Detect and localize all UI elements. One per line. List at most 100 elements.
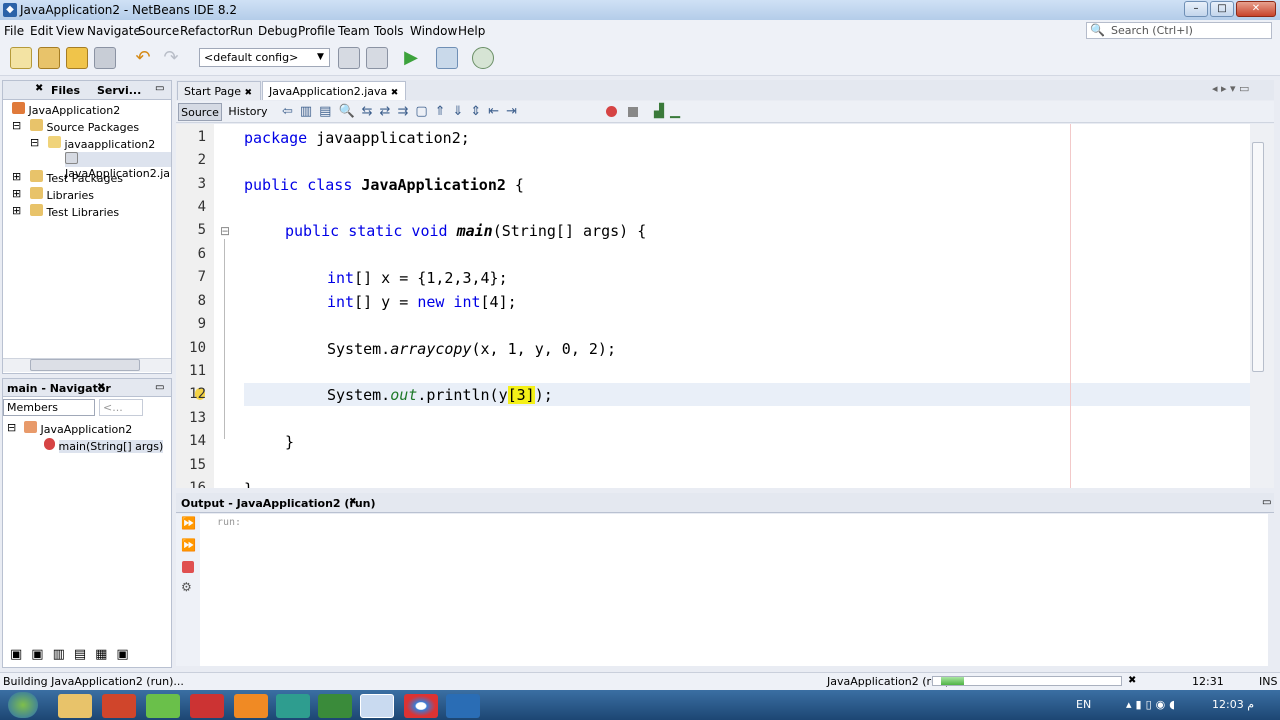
config-select[interactable]: <default config> [199, 48, 330, 67]
vscode-icon[interactable] [446, 694, 480, 718]
filter-select[interactable]: <... [99, 399, 143, 416]
task-name[interactable]: JavaApplication2 (run) [827, 675, 949, 688]
close-icon[interactable]: ✖ [1128, 675, 1136, 686]
close-button[interactable]: ✕ [1236, 1, 1276, 17]
line-number: 12 [189, 386, 206, 402]
tab-scroll-arrows[interactable]: ◂ ▸ ▾ ▭ [1212, 82, 1249, 95]
tree-label: Source Packages [46, 121, 140, 134]
close-icon[interactable]: ✖ [245, 88, 253, 98]
menu-window[interactable]: Window [410, 24, 457, 38]
arduino-icon[interactable] [276, 694, 310, 718]
tree-expander[interactable]: ⊞ [12, 204, 21, 217]
nav-item-class[interactable]: JavaApplication2 [24, 421, 132, 436]
start-button[interactable] [8, 692, 38, 718]
menu-edit[interactable]: Edit [30, 24, 53, 38]
tab-files[interactable]: Files [51, 84, 80, 97]
undo-icon[interactable]: ↶ [132, 47, 154, 69]
progress-fill [941, 677, 965, 685]
tab-services[interactable]: Servi... [97, 84, 141, 97]
save-all-icon[interactable] [94, 47, 116, 69]
tree-item-test-libraries[interactable]: Test Libraries [30, 204, 119, 219]
code-line: int[] x = {1,2,3,4}; [327, 269, 508, 287]
settings-icon[interactable]: ⚙ [181, 580, 192, 594]
code-line: System.arraycopy(x, 1, y, 0, 2); [327, 340, 616, 358]
pdf-icon[interactable] [190, 694, 224, 718]
code-editor[interactable]: ⊟ 1 2 3 4 5 6 7 8 9 10 11 12 13 14 15 16… [176, 124, 1274, 488]
menu-tools[interactable]: Tools [374, 24, 404, 38]
menu-debug[interactable]: Debug [258, 24, 297, 38]
tray-icons[interactable]: ▴▮▯◉◖ [1126, 698, 1179, 711]
minimize-pane-icon[interactable]: ▭ [1262, 497, 1271, 508]
profile-icon[interactable] [472, 47, 494, 69]
rerun-icon[interactable]: ⏩ [181, 516, 196, 530]
tree-expander[interactable]: ⊞ [12, 187, 21, 200]
tab-java-file[interactable]: JavaApplication2.java ✖ [262, 81, 406, 100]
tree-item-source-packages[interactable]: Source Packages [30, 119, 139, 134]
language-indicator[interactable]: EN [1076, 698, 1091, 711]
menu-profile[interactable]: Profile [298, 24, 335, 38]
fold-guide [224, 239, 225, 439]
menu-file[interactable]: File [4, 24, 24, 38]
tree-item-package[interactable]: javaapplication2 [48, 136, 155, 151]
history-view-button[interactable]: History [226, 103, 270, 121]
menu-run[interactable]: Run [230, 24, 253, 38]
close-icon[interactable]: ✖ [391, 88, 399, 98]
app-icon[interactable] [318, 694, 352, 718]
menu-refactor[interactable]: Refactor [180, 24, 230, 38]
close-icon[interactable]: ✖ [349, 497, 357, 507]
maximize-button[interactable]: □ [1210, 1, 1234, 17]
menu-team[interactable]: Team [338, 24, 370, 38]
editor-action-icons[interactable]: ⇦▥▤🔍⇆⇄⇉▢⇑⇓⇕⇤⇥ [282, 104, 524, 119]
source-view-button[interactable]: Source [178, 103, 222, 121]
output-console[interactable]: run: [200, 514, 1268, 666]
clean-build-icon[interactable] [366, 47, 388, 69]
tree-item-test-packages[interactable]: Test Packages [30, 170, 123, 185]
members-filter-select[interactable]: Members [3, 399, 95, 416]
search-input[interactable]: Search (Ctrl+I) [1086, 22, 1272, 39]
stop-icon[interactable] [182, 561, 194, 573]
scrollbar-thumb[interactable] [1252, 142, 1264, 372]
line-number: 6 [197, 246, 206, 262]
menu-navigate[interactable]: Navigate [87, 24, 141, 38]
explorer-icon[interactable] [58, 694, 92, 718]
powerpoint-icon[interactable] [102, 694, 136, 718]
new-file-icon[interactable] [10, 47, 32, 69]
tree-expander[interactable]: ⊟ [12, 119, 21, 132]
minimize-button[interactable]: – [1184, 1, 1208, 17]
nav-item-main[interactable]: main(String[] args) [44, 438, 164, 453]
tree-item-java-file[interactable]: JavaApplication2.ja [65, 152, 171, 180]
navigator-toolbar[interactable]: ▣▣▥▤▦▣ [10, 647, 170, 665]
stop-macro-icon[interactable] [628, 107, 638, 117]
netbeans-taskbar-icon[interactable] [360, 694, 394, 718]
chart-icon[interactable]: ▟▁ [654, 104, 686, 119]
debug-icon[interactable] [436, 47, 458, 69]
close-icon[interactable]: ✖ [97, 382, 105, 393]
package-folder-icon [30, 119, 43, 131]
vlc-icon[interactable] [234, 694, 268, 718]
tree-expander[interactable]: ⊟ [7, 421, 16, 434]
menu-source[interactable]: Source [138, 24, 179, 38]
tree-item-libraries[interactable]: Libraries [30, 187, 94, 202]
menu-view[interactable]: View [56, 24, 84, 38]
fold-icon[interactable]: ⊟ [220, 224, 230, 238]
run-icon[interactable]: ▶ [400, 47, 422, 69]
build-icon[interactable] [338, 47, 360, 69]
redo-icon[interactable]: ↷ [160, 47, 182, 69]
close-icon[interactable]: ✖ [35, 83, 43, 94]
menu-help[interactable]: Help [458, 24, 485, 38]
code-line: } [285, 433, 295, 451]
record-macro-icon[interactable] [606, 106, 617, 117]
output-title[interactable]: Output - JavaApplication2 (run) [181, 497, 376, 510]
tree-item-project[interactable]: JavaApplication2 [12, 102, 120, 117]
rerun-with-options-icon[interactable]: ⏩ [181, 538, 196, 552]
wifi-app-icon[interactable] [146, 694, 180, 718]
scrollbar-thumb[interactable] [30, 359, 140, 371]
new-project-icon[interactable] [38, 47, 60, 69]
tree-expander[interactable]: ⊞ [12, 170, 21, 183]
tab-start-page[interactable]: Start Page ✖ [177, 81, 261, 100]
minimize-pane-icon[interactable]: ▭ [155, 382, 164, 393]
minimize-pane-icon[interactable]: ▭ [155, 83, 164, 94]
chrome-icon[interactable] [404, 694, 438, 718]
tree-expander[interactable]: ⊟ [30, 136, 39, 149]
open-project-icon[interactable] [66, 47, 88, 69]
